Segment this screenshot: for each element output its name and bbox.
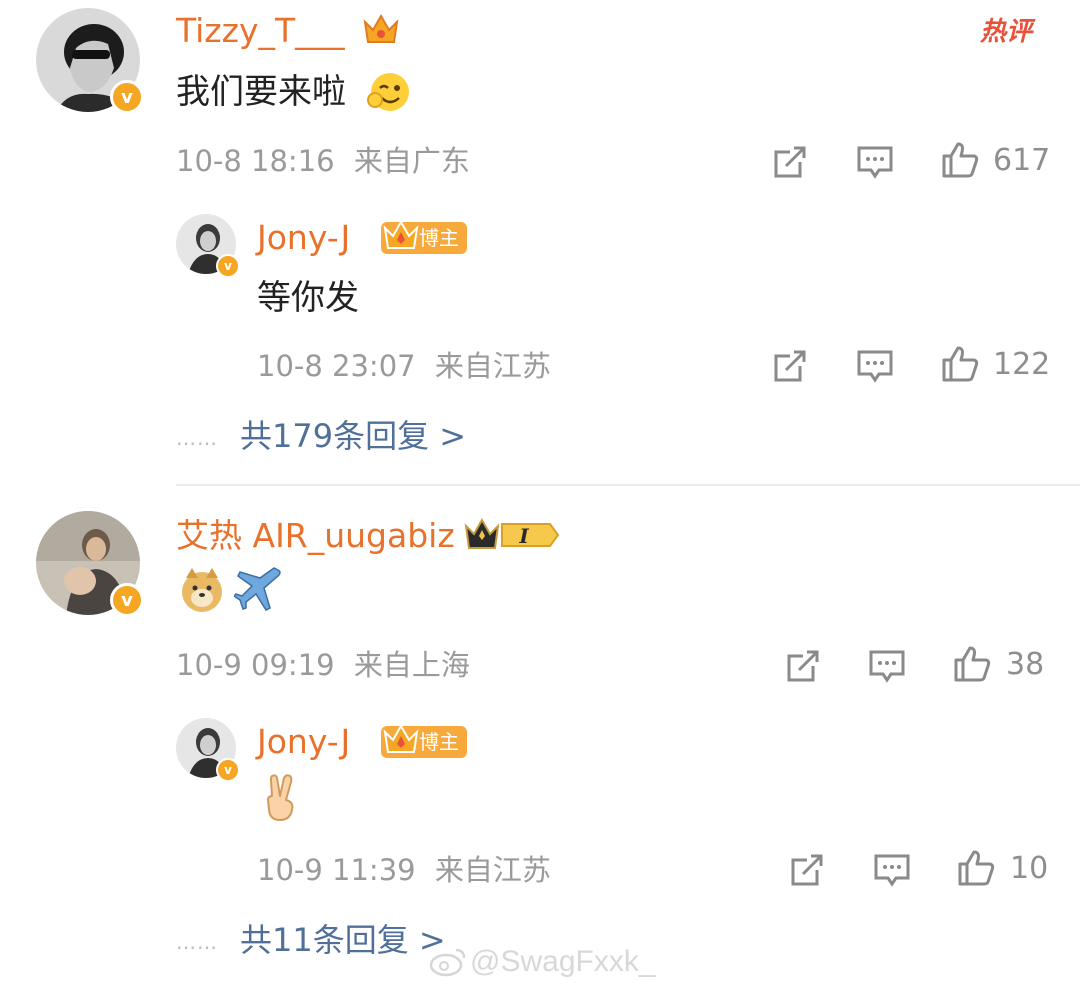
- weibo-logo-icon: [429, 948, 466, 977]
- comment-text: 我们要来啦: [176, 72, 346, 112]
- more-replies-link[interactable]: …… 共179条回复 >: [176, 416, 466, 458]
- divider: [176, 484, 1080, 486]
- comment-username[interactable]: 艾热 AIR_uugabiz: [176, 516, 455, 556]
- hot-comment-badge: 热评: [980, 17, 1033, 47]
- like-icon[interactable]: [956, 848, 996, 888]
- watermark-text: @SwagFxxk_: [470, 945, 656, 978]
- reply-username[interactable]: Jony-J: [257, 722, 350, 762]
- location-text: 来自江苏: [434, 853, 551, 887]
- victory-hand-emoji-icon: [267, 774, 294, 821]
- share-icon[interactable]: [787, 850, 827, 890]
- reply-icon[interactable]: [867, 646, 907, 686]
- reply-time: 10-8 23:07 来自江苏: [257, 348, 551, 384]
- crown-badge-icon: [363, 13, 399, 43]
- share-icon[interactable]: [783, 646, 823, 686]
- comment-time: 10-9 09:19 来自上海: [176, 647, 470, 683]
- reply-text: 等你发: [257, 278, 359, 318]
- reply-avatar[interactable]: v: [176, 214, 240, 278]
- avatar[interactable]: v: [36, 511, 144, 617]
- blogger-badge: 博主: [381, 219, 467, 254]
- badge-label: 博主: [419, 730, 459, 754]
- reply-icon[interactable]: [872, 850, 912, 890]
- time-text: 10-8 23:07: [257, 349, 416, 383]
- blogger-badge: 博主: [381, 723, 467, 758]
- verified-icon: v: [110, 80, 144, 114]
- like-count: 10: [1010, 851, 1049, 886]
- verified-icon: v: [216, 254, 240, 278]
- time-text: 10-9 09:19: [176, 648, 335, 682]
- reply-username[interactable]: Jony-J: [257, 218, 350, 258]
- avatar[interactable]: v: [36, 8, 144, 114]
- comment-username[interactable]: Tizzy_T___: [176, 11, 345, 51]
- reply-icon[interactable]: [855, 346, 895, 386]
- more-replies-label: 共11条回复 >: [240, 921, 446, 959]
- time-text: 10-8 18:16: [176, 144, 335, 178]
- reply-avatar[interactable]: v: [176, 718, 240, 782]
- location-text: 来自广东: [353, 144, 470, 178]
- more-replies-link[interactable]: …… 共11条回复 >: [176, 920, 446, 962]
- badge-label: 博主: [419, 226, 459, 250]
- like-icon[interactable]: [940, 140, 980, 180]
- like-count: 122: [993, 347, 1051, 382]
- airplane-emoji-icon: [234, 567, 281, 611]
- location-text: 来自江苏: [434, 349, 551, 383]
- location-text: 来自上海: [353, 648, 470, 682]
- like-count: 617: [993, 143, 1051, 178]
- vip-level-badge-icon: I: [464, 517, 560, 549]
- reply-icon[interactable]: [855, 142, 895, 182]
- verified-icon: v: [110, 583, 144, 617]
- crown-icon: [383, 723, 419, 753]
- dots: ……: [176, 930, 218, 954]
- like-icon[interactable]: [940, 344, 980, 384]
- comment-time: 10-8 18:16 来自广东: [176, 143, 470, 179]
- verified-icon: v: [216, 758, 240, 782]
- crown-icon: [383, 219, 419, 249]
- like-count: 38: [1006, 647, 1045, 682]
- time-text: 10-9 11:39: [257, 853, 416, 887]
- reply-time: 10-9 11:39 来自江苏: [257, 852, 551, 888]
- like-icon[interactable]: [952, 644, 992, 684]
- dots: ……: [176, 426, 218, 450]
- share-icon[interactable]: [770, 142, 810, 182]
- more-replies-label: 共179条回复 >: [240, 417, 467, 455]
- vip-level-text: I: [518, 524, 529, 548]
- share-icon[interactable]: [770, 346, 810, 386]
- wink-emoji-icon: [367, 73, 409, 111]
- doge-emoji-icon: [182, 568, 222, 612]
